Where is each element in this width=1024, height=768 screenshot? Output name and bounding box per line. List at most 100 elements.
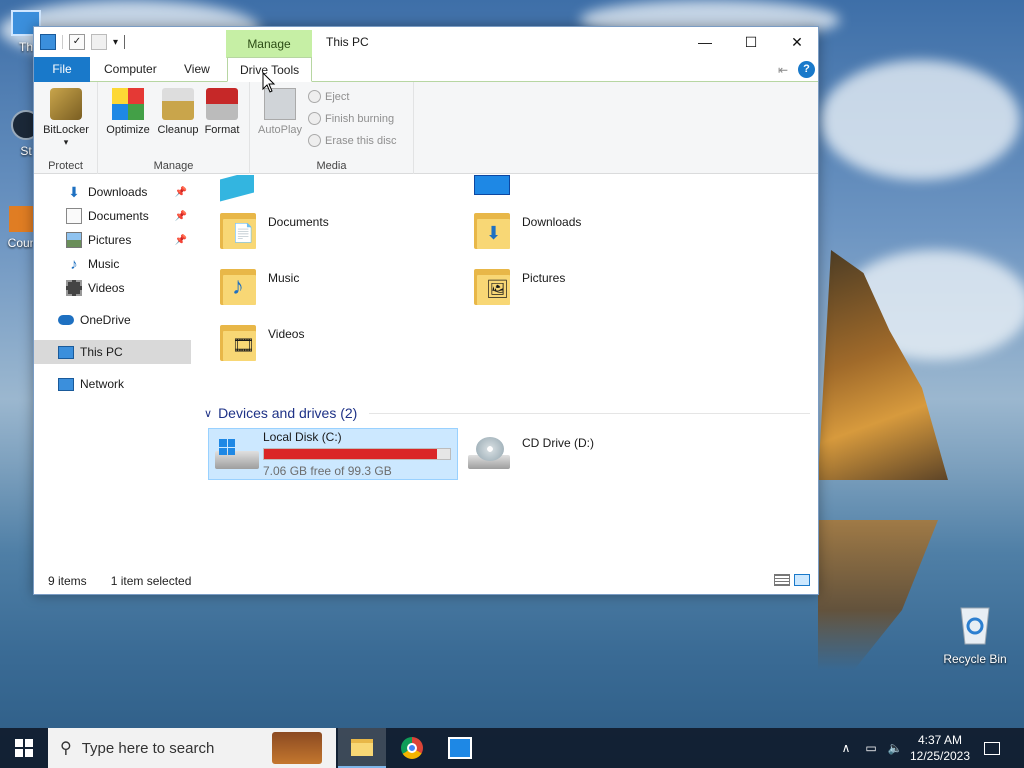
window-title: This PC bbox=[326, 35, 369, 49]
properties-icon[interactable]: ✓ bbox=[69, 34, 85, 50]
network-tray-icon[interactable]: ▭ bbox=[860, 728, 882, 768]
status-bar: 9 items 1 item selected bbox=[34, 568, 818, 594]
cleanup-icon bbox=[162, 88, 194, 120]
ribbon-group-protect: BitLocker ▾ Protect bbox=[34, 82, 98, 174]
file-explorer-window: ✓ ▾ Manage This PC — ☐ ✕ File Computer V… bbox=[33, 26, 819, 595]
taskbar: ⚲ Type here to search ∧ ▭ 🔈 4:37 AM 12/2… bbox=[0, 728, 1024, 768]
bitlocker-button[interactable]: BitLocker ▾ bbox=[40, 86, 92, 148]
chevron-up-icon: ∧ bbox=[841, 741, 851, 755]
videos-folder-icon: 🎞 bbox=[220, 321, 258, 361]
drive-local-disk-c[interactable]: Local Disk (C:) 7.06 GB free of 99.3 GB bbox=[208, 428, 458, 480]
windows-logo-icon bbox=[15, 739, 33, 757]
nav-item-this-pc[interactable]: This PC bbox=[34, 340, 191, 364]
details-view-icon[interactable] bbox=[774, 574, 790, 586]
erase-disc-icon bbox=[308, 134, 321, 147]
pin-ribbon-icon[interactable]: ⇤ bbox=[778, 63, 788, 77]
optimize-button[interactable]: Optimize bbox=[102, 86, 154, 136]
file-explorer-icon bbox=[351, 738, 373, 756]
close-button[interactable]: ✕ bbox=[774, 27, 820, 57]
cloud-icon bbox=[58, 315, 74, 325]
folder-music[interactable]: ♪ Music bbox=[220, 265, 299, 305]
navigation-pane: ⬇ Downloads 📌 Documents 📌 Pictures 📌 ♪ Musi… bbox=[34, 175, 194, 569]
minimize-button[interactable]: — bbox=[682, 27, 728, 57]
ribbon-tabs: File Computer View Drive Tools ⇤ ? bbox=[34, 57, 818, 82]
pin-icon[interactable]: 📌 bbox=[175, 211, 187, 222]
taskbar-chrome[interactable] bbox=[388, 728, 436, 768]
picture-icon bbox=[66, 232, 82, 248]
video-icon bbox=[66, 280, 82, 296]
cd-drive-icon bbox=[468, 437, 512, 471]
folder-desktop-partial[interactable] bbox=[474, 175, 510, 195]
recycle-bin-icon[interactable]: Recycle Bin bbox=[940, 602, 1010, 666]
item-count: 9 items bbox=[48, 574, 87, 588]
chrome-icon bbox=[401, 737, 423, 759]
eject-button[interactable]: Eject bbox=[308, 90, 349, 103]
new-folder-icon[interactable] bbox=[91, 34, 107, 50]
qat-dropdown-icon[interactable]: ▾ bbox=[113, 37, 118, 48]
show-hidden-icons-button[interactable]: ∧ bbox=[836, 728, 856, 768]
help-icon[interactable]: ? bbox=[798, 61, 815, 78]
nav-item-onedrive[interactable]: OneDrive bbox=[34, 308, 191, 332]
pin-icon[interactable]: 📌 bbox=[175, 235, 187, 246]
folder-downloads[interactable]: ⬇ Downloads bbox=[474, 209, 581, 249]
drive-cd-d[interactable]: CD Drive (D:) bbox=[462, 428, 712, 480]
notification-center-button[interactable] bbox=[978, 728, 1006, 768]
nav-item-documents[interactable]: Documents 📌 bbox=[34, 204, 191, 228]
folder-3d-objects-partial[interactable] bbox=[220, 175, 254, 202]
bitlocker-icon bbox=[50, 88, 82, 120]
taskbar-search-box[interactable]: ⚲ Type here to search bbox=[48, 728, 336, 768]
taskbar-file-explorer[interactable] bbox=[338, 728, 386, 768]
finish-burning-button[interactable]: Finish burning bbox=[308, 112, 394, 125]
computer-icon bbox=[40, 34, 56, 50]
chevron-down-icon: ∨ bbox=[204, 407, 213, 420]
cliff-reflection bbox=[818, 520, 938, 670]
nav-item-network[interactable]: Network bbox=[34, 372, 191, 396]
optimize-icon bbox=[112, 88, 144, 120]
clock-time: 4:37 AM bbox=[917, 733, 963, 747]
start-button[interactable] bbox=[0, 728, 48, 768]
clock[interactable]: 4:37 AM 12/25/2023 bbox=[908, 728, 972, 768]
folder-documents[interactable]: 📄 Documents bbox=[220, 209, 329, 249]
drive-c-label: Local Disk (C:) bbox=[263, 430, 342, 444]
maximize-button[interactable]: ☐ bbox=[728, 27, 774, 57]
music-folder-icon: ♪ bbox=[220, 265, 258, 305]
computer-icon bbox=[58, 345, 74, 359]
network-icon bbox=[58, 377, 74, 391]
erase-disc-button[interactable]: Erase this disc bbox=[308, 134, 397, 147]
format-button[interactable]: Format bbox=[196, 86, 248, 136]
documents-folder-icon: 📄 bbox=[220, 209, 258, 249]
download-icon: ⬇ bbox=[68, 184, 80, 200]
selection-count: 1 item selected bbox=[110, 574, 192, 588]
group-label-media: Media bbox=[316, 160, 347, 172]
tab-file[interactable]: File bbox=[34, 57, 90, 82]
downloads-folder-icon: ⬇ bbox=[474, 209, 512, 249]
music-icon: ♪ bbox=[70, 256, 78, 273]
ribbon: BitLocker ▾ Protect Optimize Cleanup Form… bbox=[34, 82, 818, 174]
taskbar-app-3[interactable] bbox=[436, 728, 484, 768]
devices-and-drives-header[interactable]: ∨ Devices and drives (2) bbox=[200, 405, 810, 421]
folder-pictures[interactable]: 🖼 Pictures bbox=[474, 265, 565, 305]
nav-item-music[interactable]: ♪ Music bbox=[34, 252, 191, 276]
nav-item-videos[interactable]: Videos bbox=[34, 276, 191, 300]
tab-view[interactable]: View bbox=[172, 57, 222, 82]
document-icon bbox=[66, 208, 82, 224]
nav-item-pictures[interactable]: Pictures 📌 bbox=[34, 228, 191, 252]
volume-muted-icon[interactable]: 🔈 bbox=[884, 728, 906, 768]
eject-icon bbox=[308, 90, 321, 103]
pictures-folder-icon: 🖼 bbox=[474, 265, 512, 305]
drive-c-usage-bar bbox=[263, 448, 451, 460]
folder-videos[interactable]: 🎞 Videos bbox=[220, 321, 304, 361]
drive-d-label: CD Drive (D:) bbox=[522, 436, 594, 450]
pin-icon[interactable]: 📌 bbox=[175, 187, 187, 198]
app-icon bbox=[448, 737, 472, 759]
tab-computer[interactable]: Computer bbox=[92, 57, 169, 82]
group-label-manage: Manage bbox=[153, 160, 194, 172]
search-icon: ⚲ bbox=[60, 740, 72, 757]
windows-drive-icon bbox=[215, 437, 259, 471]
format-icon bbox=[206, 88, 238, 120]
quick-access-toolbar: ✓ ▾ bbox=[40, 34, 126, 50]
large-icons-view-icon[interactable] bbox=[794, 574, 810, 586]
ribbon-group-manage: Optimize Cleanup Format Manage bbox=[98, 82, 250, 174]
nav-item-downloads[interactable]: ⬇ Downloads 📌 bbox=[34, 180, 191, 204]
desktop-icon bbox=[474, 175, 510, 195]
